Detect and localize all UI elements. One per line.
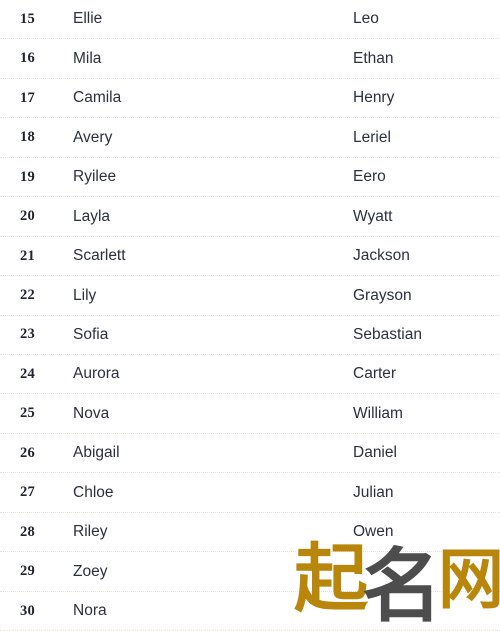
girl-name-cell: Mila [73,49,102,67]
table-row[interactable]: 26 Abigail Daniel [0,434,500,474]
name-rank-table: 15 Ellie Leo 16 Mila Ethan 17 Camila Hen… [0,0,500,631]
rank-cell: 26 [20,444,35,461]
boy-name-cell: Julian [353,483,394,501]
rank-cell: 23 [20,326,35,343]
girl-name-cell: Ryilee [73,168,117,186]
girl-name-cell: Chloe [73,483,114,501]
rank-cell: 22 [20,287,35,304]
boy-name-cell: Owen [353,523,394,541]
girl-name-cell: Abigail [73,444,120,462]
girl-name-cell: Zoey [73,562,108,580]
boy-name-cell: Henry [353,89,395,107]
rank-cell: 16 [20,50,35,67]
girl-name-cell: Camila [73,89,122,107]
rank-cell: 27 [20,484,35,501]
boy-name-cell: Ethan [353,49,394,67]
boy-name-cell: Jackson [353,247,410,265]
boy-name-cell: Carter [353,365,397,383]
table-row[interactable]: 15 Ellie Leo [0,0,500,40]
boy-name-cell: Leriel [353,128,391,146]
table-row[interactable]: 21 Scarlett Jackson [0,237,500,277]
table-row[interactable]: 23 Sofia Sebastian [0,316,500,355]
rank-cell: 19 [20,168,35,185]
table-row[interactable]: 20 Layla Wyatt [0,197,500,237]
boy-name-cell: Grayson [353,286,412,304]
rank-cell: 29 [20,563,35,580]
table-row[interactable]: 27 Chloe Julian [0,473,500,513]
table-row[interactable]: 19 Ryilee Eero [0,158,500,198]
table-row[interactable]: 30 Nora [0,592,500,631]
rank-cell: 28 [20,523,35,540]
girl-name-cell: Ellie [73,10,103,28]
table-row[interactable]: 24 Aurora Carter [0,355,500,395]
girl-name-cell: Nova [73,404,110,422]
rank-cell: 18 [20,129,35,146]
table-row[interactable]: 17 Camila Henry [0,79,500,119]
girl-name-cell: Avery [73,128,113,146]
table-row[interactable]: 22 Lily Grayson [0,276,500,316]
table-row[interactable]: 29 Zoey [0,552,500,592]
girl-name-cell: Sofia [73,325,109,343]
table-row[interactable]: 28 Riley Owen [0,513,500,553]
rank-cell: 30 [20,602,35,619]
boy-name-cell: William [353,404,403,422]
rank-cell: 21 [20,247,35,264]
girl-name-cell: Layla [73,207,111,225]
girl-name-cell: Aurora [73,365,120,383]
rank-cell: 15 [20,10,35,27]
boy-name-cell: Daniel [353,444,397,462]
rank-cell: 24 [20,365,35,382]
boy-name-cell: Wyatt [353,207,393,225]
rank-cell: 25 [20,405,35,422]
girl-name-cell: Scarlett [73,247,126,265]
table-row[interactable]: 25 Nova William [0,394,500,434]
girl-name-cell: Lily [73,286,97,304]
boy-name-cell: Leo [353,10,379,28]
girl-name-cell: Riley [73,523,108,541]
rank-cell: 17 [20,89,35,106]
table-row[interactable]: 18 Avery Leriel [0,118,500,158]
boy-name-cell: Sebastian [353,325,422,343]
rank-cell: 20 [20,208,35,225]
girl-name-cell: Nora [73,602,107,620]
boy-name-cell: Eero [353,168,386,186]
table-row[interactable]: 16 Mila Ethan [0,39,500,79]
